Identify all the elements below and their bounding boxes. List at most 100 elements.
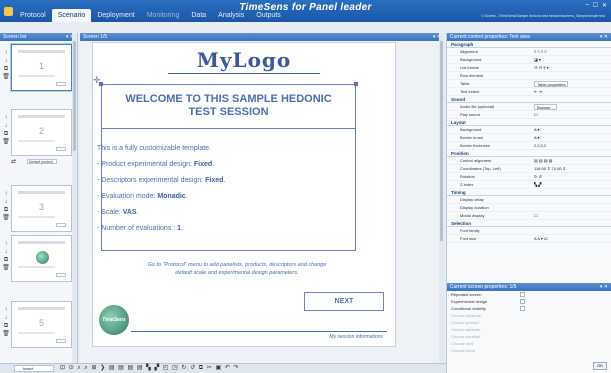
screen-list-header: Screen list ▾ ✕ [0, 33, 77, 41]
screen-properties-header: Current screen properties: 1/5 ▾ ✕ [447, 283, 611, 291]
property-value[interactable]: ☐ [534, 111, 538, 119]
move-icon[interactable]: ✛ [93, 75, 101, 86]
property-label: Alignment [460, 49, 478, 54]
tab-scenario[interactable]: Scenario [51, 9, 92, 22]
minimize-icon[interactable]: – [586, 2, 589, 8]
ok-button[interactable]: OK [593, 362, 607, 370]
section-layout[interactable]: Layout [447, 119, 611, 126]
timesens-logo[interactable]: TimeSens [99, 305, 129, 335]
copy-icon[interactable]: ⧉ [2, 65, 10, 73]
design-line: - Number of evaluations : 1. [97, 221, 387, 237]
property-label: Font family [460, 228, 480, 233]
section-paragraph[interactable]: Paragraph [447, 41, 611, 48]
property-label: Border brush [460, 135, 484, 140]
section-selection[interactable]: Selection [447, 220, 611, 227]
screen-canvas[interactable]: MyLogo WELCOME TO THIS SAMPLE HEDONIC TE… [92, 42, 396, 347]
property-value[interactable]: ↻ ↺ [534, 173, 542, 181]
screen-actions: ↑ ↓ ⧉ 🗑 [2, 240, 10, 272]
down-icon[interactable]: ↓ [2, 314, 10, 322]
screen-property-checkbox[interactable] [520, 292, 525, 297]
property-row: Table Table properties [447, 80, 611, 88]
hint-text[interactable]: Go to "Protocol" menu to add panelists, … [107, 261, 367, 277]
screen-property-checkbox[interactable] [520, 299, 525, 304]
property-value[interactable]: ⇤ ⇥ [534, 88, 542, 96]
property-value[interactable]: ☷ ☷ ¶ ▾ [534, 64, 549, 72]
thumb-button [56, 82, 66, 86]
tab-analysis[interactable]: Analysis [212, 9, 250, 22]
up-icon[interactable]: ↑ [2, 114, 10, 122]
screen-number: 2 [38, 126, 44, 136]
copy-icon[interactable]: ⧉ [2, 206, 10, 214]
copy-icon[interactable]: ⧉ [2, 130, 10, 138]
delete-icon[interactable]: 🗑 [2, 330, 10, 338]
property-value[interactable]: Table properties [534, 81, 569, 87]
screen-thumbnail[interactable]: 1 [11, 44, 72, 91]
delete-icon[interactable]: 🗑 [2, 138, 10, 146]
screen-property-label: Choose attribute [451, 327, 481, 332]
control-properties-title: Current control properties: Text area [450, 34, 530, 40]
toolbar-icons[interactable]: ⊡ ⊙ ⌕ ⌕ ⊞ ❯ ▤ ▤ ▤ ▤ ▚ ▞ ◰ ◳ ↻ ↺ ⧉ ✂ ▣ ↶ … [60, 364, 240, 373]
property-value[interactable]: A ▾ [534, 134, 540, 142]
welcome-text-area[interactable]: WELCOME TO THIS SAMPLE HEDONIC TEST SESS… [93, 75, 358, 129]
screen-property-label: Choose panelist [451, 334, 480, 339]
property-value[interactable]: ▚ ▞ [534, 181, 541, 189]
down-icon[interactable]: ↓ [2, 248, 10, 256]
body-text[interactable]: This is a fully customizable template. -… [97, 141, 387, 237]
logo[interactable]: MyLogo [93, 48, 395, 72]
tab-deployment[interactable]: Deployment [91, 9, 140, 22]
property-value[interactable]: ▤ ▤ ▤ ▤ [534, 157, 552, 165]
screen-property-label: Choose block [451, 348, 476, 353]
tab-protocol[interactable]: Protocol [14, 9, 52, 22]
delete-icon[interactable]: 🗑 [2, 73, 10, 81]
screen-properties-title: Current screen properties: 1/5 [450, 284, 517, 290]
design-line-label: - Descriptors experimental design: [97, 177, 206, 184]
property-value[interactable]: 2,2,2,2 [534, 142, 546, 150]
up-icon[interactable]: ↑ [2, 306, 10, 314]
section-position[interactable]: Position [447, 150, 611, 157]
close-icon[interactable]: ✕ [602, 2, 607, 9]
pin-close-icon[interactable]: ▾ ✕ [600, 33, 608, 41]
down-icon[interactable]: ↓ [2, 122, 10, 130]
pin-close-icon[interactable]: ▾ ✕ [600, 283, 608, 291]
copy-icon[interactable]: ⧉ [2, 256, 10, 264]
maximize-icon[interactable]: ☐ [593, 2, 598, 9]
screen-property-row: Conditional visibility [447, 305, 611, 312]
property-value[interactable]: ≡ ≡ ≡ ≡ [534, 48, 547, 56]
copy-icon[interactable]: ⧉ [2, 322, 10, 330]
section-timing[interactable]: Timing [447, 189, 611, 196]
screen-property-checkbox[interactable] [520, 306, 525, 311]
next-button[interactable]: NEXT [304, 292, 384, 311]
up-icon[interactable]: ↑ [2, 49, 10, 57]
screen-editor-scrollbar[interactable] [439, 33, 444, 363]
screen-list-scrollbar[interactable] [72, 33, 77, 363]
screen-property-row: Choose attribute [447, 326, 611, 333]
section-sound[interactable]: Sound [447, 96, 611, 103]
intro-line: This is a fully customizable template. [97, 145, 211, 152]
delete-icon[interactable]: 🗑 [2, 264, 10, 272]
resize-handle[interactable] [354, 82, 358, 86]
property-value[interactable]: ☐ [534, 212, 538, 220]
down-icon[interactable]: ↓ [2, 198, 10, 206]
product-dropdown[interactable]: Default product [27, 159, 57, 164]
up-icon[interactable]: ↑ [2, 240, 10, 248]
down-icon[interactable]: ↓ [2, 57, 10, 65]
tab-outputs[interactable]: Outputs [250, 9, 287, 22]
screen-thumbnail[interactable]: 2 [11, 109, 72, 156]
property-value[interactable]: A A ▾ ☑ [534, 235, 548, 243]
screen-editor-title: Screen 1/5 [83, 34, 108, 40]
property-value[interactable]: 116.00 ⇕ 74.00 ⇕ [534, 165, 566, 173]
thumb-text-line [18, 75, 55, 77]
footer-text[interactable]: My session informations [329, 334, 383, 340]
screen-thumbnail[interactable]: 3 [11, 185, 72, 232]
up-icon[interactable]: ↑ [2, 190, 10, 198]
property-value[interactable]: A ▾ [534, 126, 540, 134]
property-row: Control alignment ▤ ▤ ▤ ▤ [447, 157, 611, 165]
property-value[interactable]: Browse... [534, 104, 557, 110]
delete-icon[interactable]: 🗑 [2, 214, 10, 222]
insert-label: Insert [23, 366, 34, 371]
screen-thumbnail[interactable] [11, 235, 72, 282]
tab-data[interactable]: Data [185, 9, 212, 22]
property-value[interactable]: ◪ ▾ [534, 56, 541, 64]
screen-thumbnail[interactable]: 5 [11, 301, 72, 348]
insert-dropdown[interactable]: Insert [14, 365, 54, 372]
